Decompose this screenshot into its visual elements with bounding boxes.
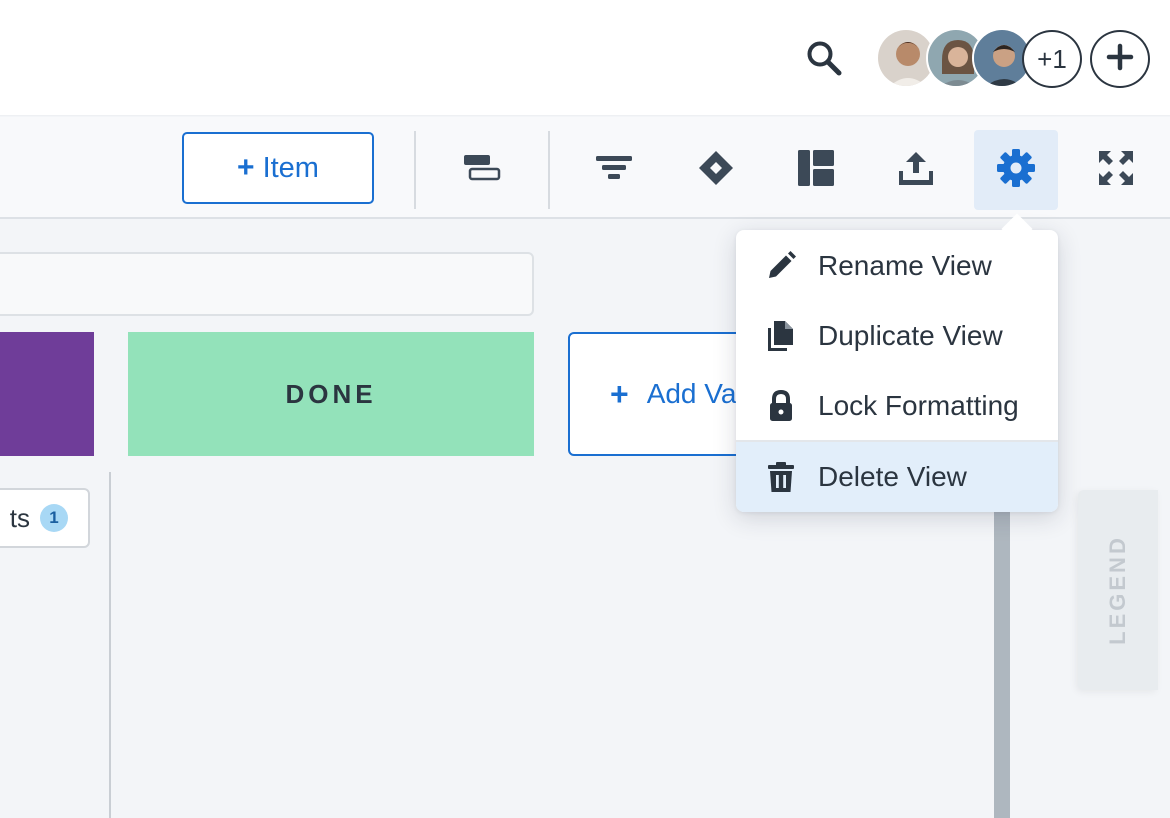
- lane-title: DONE: [285, 378, 377, 409]
- add-member-button[interactable]: [1090, 30, 1150, 88]
- layout-button[interactable]: [774, 130, 858, 210]
- trash-icon: [764, 460, 798, 494]
- toolbar-divider: [414, 131, 416, 209]
- legend-tab[interactable]: LEGEND: [1078, 490, 1158, 690]
- display-options-button[interactable]: [440, 130, 524, 210]
- upload-icon: [897, 149, 935, 192]
- chip-count-badge: 1: [40, 504, 68, 532]
- toolbar-divider: [548, 131, 550, 209]
- expand-icon: [1098, 150, 1134, 191]
- menu-item-lock-formatting[interactable]: Lock Formatting: [736, 371, 1058, 441]
- legend-label: LEGEND: [1105, 535, 1130, 645]
- view-toolbar: + Item: [0, 117, 1170, 219]
- filter-icon: [595, 154, 633, 187]
- export-button[interactable]: [874, 130, 958, 210]
- lane-header[interactable]: [0, 332, 94, 456]
- pencil-icon: [764, 249, 798, 283]
- chip-label: ts: [9, 502, 30, 533]
- copy-icon: [764, 319, 798, 353]
- add-item-button[interactable]: + Item: [182, 132, 374, 204]
- menu-item-duplicate-view[interactable]: Duplicate View: [736, 301, 1058, 371]
- add-value-button[interactable]: + Add Va: [568, 332, 758, 456]
- more-members-badge[interactable]: +1: [1022, 30, 1082, 88]
- vertical-scrollbar[interactable]: [994, 510, 1010, 818]
- board-search-input[interactable]: [0, 252, 534, 316]
- add-item-label: Item: [262, 151, 319, 184]
- menu-item-label: Lock Formatting: [818, 390, 1019, 421]
- lock-icon: [764, 389, 798, 423]
- display-bars-icon: [462, 153, 502, 188]
- menu-item-rename-view[interactable]: Rename View: [736, 231, 1058, 301]
- settings-menu: Rename View Duplicate View Lock Formatti…: [736, 230, 1058, 512]
- menu-item-label: Delete View: [818, 461, 967, 492]
- menu-item-label: Rename View: [818, 250, 992, 281]
- add-value-label: Add Va: [646, 378, 737, 409]
- gear-icon: [996, 148, 1036, 193]
- search-icon: [804, 38, 844, 83]
- lane-header-done[interactable]: DONE: [128, 332, 534, 456]
- fullscreen-button[interactable]: [1074, 130, 1158, 210]
- plus-icon: [1105, 42, 1135, 77]
- add-item-plus: +: [237, 151, 255, 184]
- filter-button[interactable]: [572, 130, 656, 210]
- column-divider: [109, 472, 111, 818]
- card-chip[interactable]: ts 1: [0, 488, 90, 548]
- top-bar: +1: [0, 0, 1170, 116]
- integration-button[interactable]: [674, 130, 758, 210]
- menu-item-label: Duplicate View: [818, 320, 1003, 351]
- menu-item-delete-view[interactable]: Delete View: [736, 442, 1058, 512]
- add-value-plus: +: [610, 375, 629, 412]
- layout-icon: [797, 149, 835, 192]
- search-button[interactable]: [800, 36, 848, 84]
- settings-button[interactable]: [974, 130, 1058, 210]
- diamond-icon: [697, 149, 735, 192]
